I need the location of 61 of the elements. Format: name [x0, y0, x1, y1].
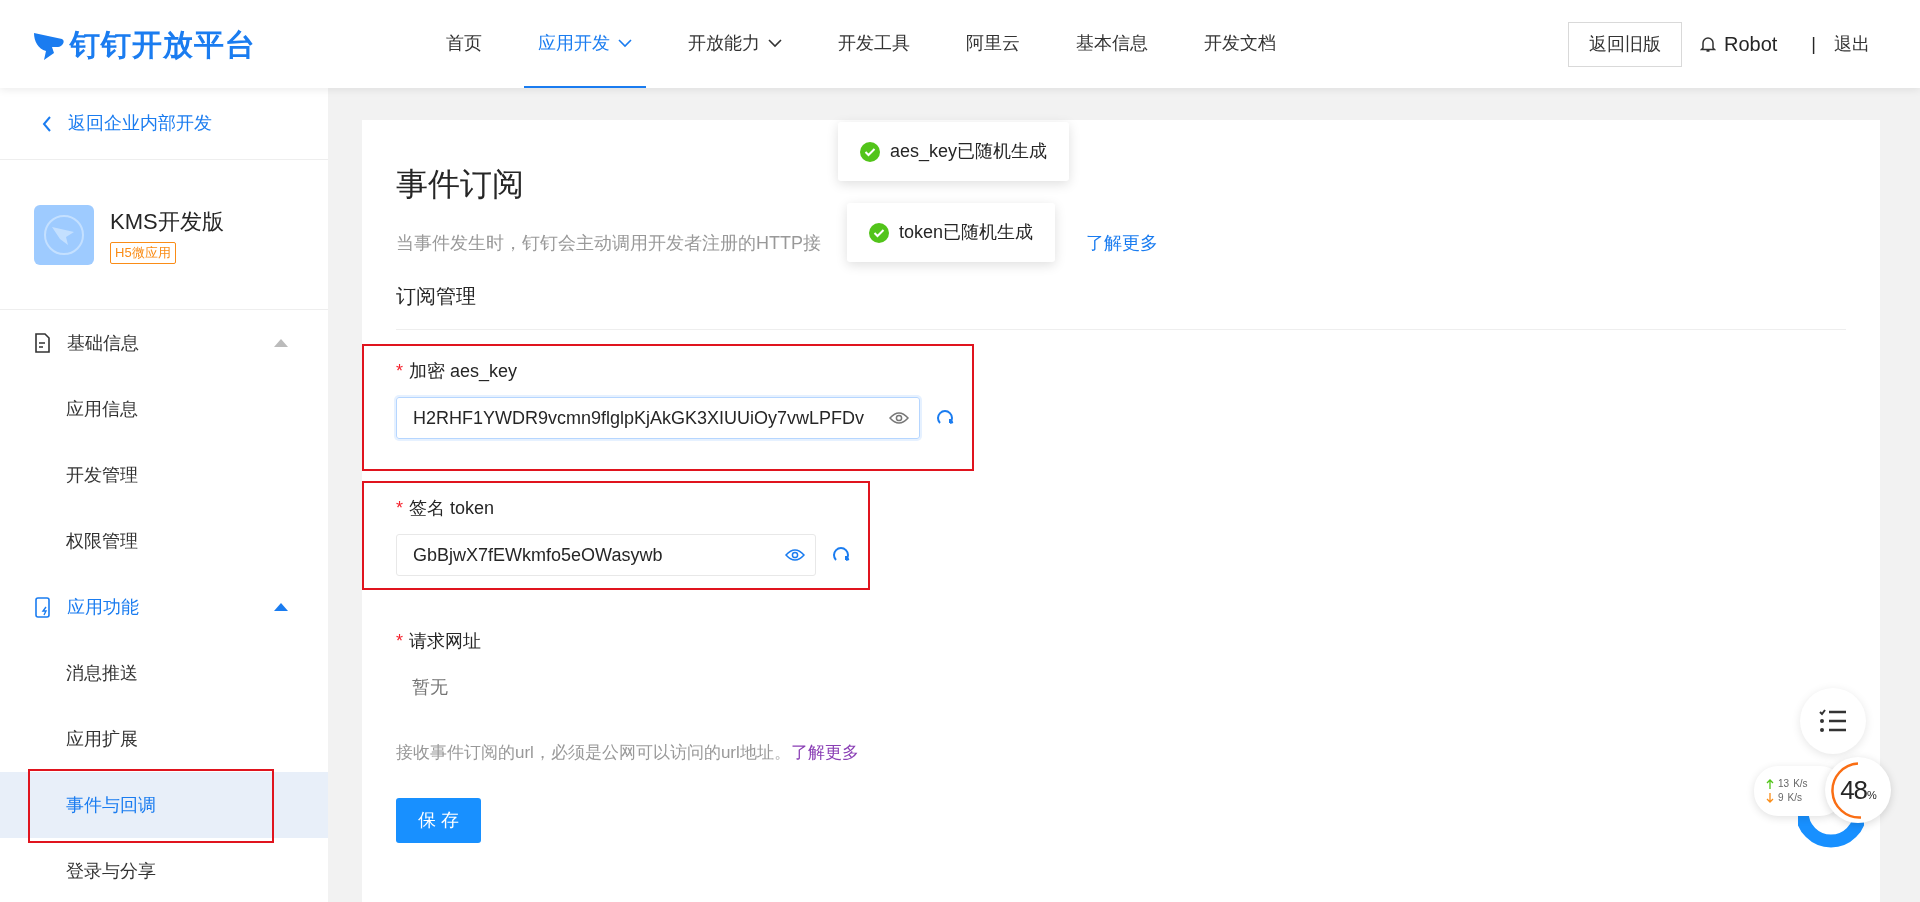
phone-icon	[34, 596, 51, 618]
refresh-icon[interactable]	[832, 546, 850, 564]
page-title: 事件订阅	[396, 165, 525, 204]
required-mark: *	[396, 631, 403, 651]
sidebar-item[interactable]: 应用信息	[0, 376, 328, 442]
upload-speed: 13	[1778, 777, 1790, 791]
logout-link[interactable]: 退出	[1834, 30, 1870, 58]
nav-tab[interactable]: 阿里云	[952, 0, 1034, 88]
eye-icon[interactable]	[785, 548, 805, 562]
logo-text: 钉钉开放平台	[70, 26, 256, 63]
nav-tab[interactable]: 开发工具	[824, 0, 924, 88]
chevron-left-icon	[42, 115, 52, 132]
success-icon	[869, 222, 889, 243]
sidebar-item[interactable]: 登录与分享	[0, 838, 328, 902]
separator: |	[1811, 32, 1816, 56]
app-tag: H5微应用	[110, 242, 176, 264]
sidebar-item[interactable]: 应用扩展	[0, 706, 328, 772]
document-icon	[34, 332, 51, 354]
input-field[interactable]: GbBjwX7fEWkmfo5eOWasywb	[411, 540, 785, 570]
speed-unit: K/s	[1787, 791, 1802, 805]
success-icon	[860, 141, 880, 162]
caret-up-icon	[274, 603, 288, 611]
nav-tab[interactable]: 基本信息	[1062, 0, 1162, 88]
app-name: KMS开发版	[110, 208, 224, 237]
sidebar-item[interactable]: 权限管理	[0, 508, 328, 574]
learn-more-link[interactable]: 了解更多	[1086, 230, 1158, 257]
app-icon	[34, 204, 94, 265]
nav-tab[interactable]: 开放能力	[674, 0, 796, 88]
sidebar-item[interactable]: 开发管理	[0, 442, 328, 508]
old-version-button[interactable]: 返回旧版	[1567, 21, 1682, 67]
field-label-text: 加密 aes_key	[409, 361, 518, 381]
section-title: 订阅管理	[396, 281, 1846, 330]
speed-unit: K/s	[1793, 777, 1808, 791]
required-mark: *	[396, 361, 403, 381]
sidebar-group[interactable]: 基础信息	[0, 310, 328, 376]
description: 当事件发生时，钉钉会主动调用开发者注册的HTTP接	[396, 232, 821, 255]
learn-more-link[interactable]: 了解更多	[790, 743, 859, 762]
sidebar-item[interactable]: 消息推送	[0, 640, 328, 706]
toast-message: aes_key已随机生成	[890, 140, 1048, 164]
field-label-text: 请求网址	[409, 631, 481, 651]
arrow-up-icon	[1766, 779, 1774, 789]
input-box[interactable]: H2RHF1YWDR9vcmn9flglpKjAkGK3XIUUiOy7vwLPFDv	[396, 397, 920, 439]
user-name[interactable]: Robot	[1723, 29, 1778, 59]
checklist-icon	[1819, 709, 1847, 733]
caret-up-icon	[274, 339, 288, 347]
nav-tab[interactable]: 首页	[432, 0, 496, 88]
bell-icon	[1699, 35, 1716, 53]
eye-icon[interactable]	[889, 411, 909, 425]
field-label-text: 签名 token	[409, 498, 495, 518]
download-speed: 9	[1778, 791, 1784, 805]
nav-tab[interactable]: 开发文档	[1190, 0, 1290, 88]
required-mark: *	[396, 498, 403, 518]
toast-message: token已随机生成	[899, 221, 1034, 244]
arrow-down-icon	[1766, 793, 1774, 803]
sidebar-group[interactable]: 应用功能	[0, 574, 328, 640]
back-link[interactable]: 返回企业内部开发	[0, 88, 328, 160]
input-box[interactable]: GbBjwX7fEWkmfo5eOWasywb	[396, 534, 816, 576]
refresh-icon[interactable]	[936, 409, 954, 427]
nav-tab[interactable]: 应用开发	[524, 0, 646, 88]
gauge-value: 48%	[1840, 773, 1876, 807]
input-field[interactable]: H2RHF1YWDR9vcmn9flglpKjAkGK3XIUUiOy7vwLPFDv	[411, 403, 889, 433]
